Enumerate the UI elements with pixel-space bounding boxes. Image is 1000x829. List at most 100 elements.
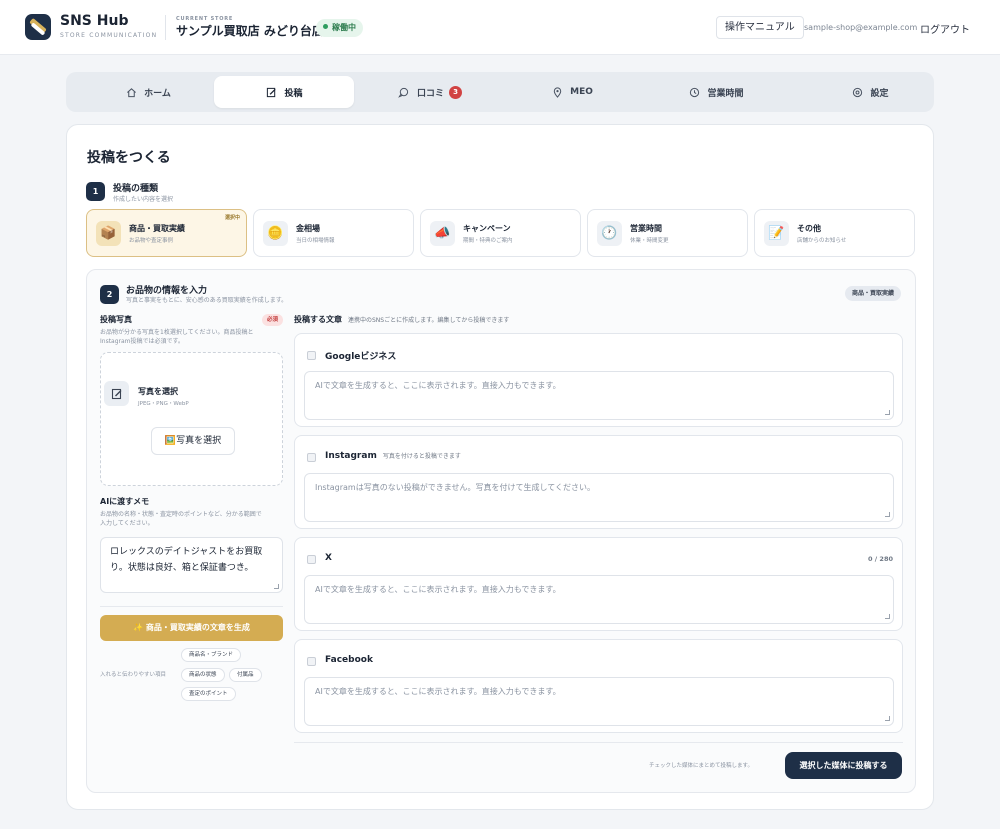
tab-label: 投稿 <box>284 88 303 99</box>
package-icon: 📦 <box>96 221 121 246</box>
brand-name: SNS Hub <box>60 13 129 29</box>
media-x: X 0 / 280 AIで文章を生成すると、ここに表示されます。直接入力もできま… <box>294 537 903 631</box>
photo-hint: お品物が分かる写真を1枚選択してください。商品投稿と Instagram投稿では必… <box>100 329 254 345</box>
tab-label: 口コミ <box>416 88 444 99</box>
media-name: X <box>325 553 332 563</box>
store-name: サンプル買取店 みどり台店 <box>176 24 324 38</box>
media-textarea[interactable]: AIで文章を生成すると、ここに表示されます。直接入力もできます。 <box>304 371 894 420</box>
submit-note: チェックした媒体にまとめて投稿します。 <box>649 763 753 769</box>
submit-post-button[interactable]: 選択した媒体に投稿する <box>785 752 902 779</box>
clock-icon <box>688 86 700 98</box>
divider <box>294 742 903 743</box>
tab-meo[interactable]: MEO <box>502 76 642 108</box>
divider <box>100 606 283 607</box>
resize-handle[interactable] <box>885 512 890 517</box>
user-email: sample-shop@example.com <box>804 23 918 32</box>
photo-label: 投稿写真 <box>100 315 132 324</box>
chat-icon <box>398 86 410 98</box>
resize-handle[interactable] <box>274 584 279 589</box>
required-tag: 必須 <box>262 314 284 326</box>
mode-badge: 商品・買取実績 <box>844 286 901 301</box>
chips-label: 入れると伝わりやすい項目 <box>100 672 167 678</box>
type-title: キャンペーン <box>463 224 511 233</box>
post-text-label: 投稿する文章 連携中のSNSごとに作成します。編集してから投稿できます <box>294 315 510 324</box>
generate-text-button[interactable]: ✨ 商品・買取実績の文章を生成 <box>100 615 283 641</box>
home-icon <box>125 86 137 98</box>
map-pin-icon <box>551 86 563 98</box>
resize-handle[interactable] <box>885 410 890 415</box>
media-checkbox[interactable] <box>307 555 316 564</box>
type-subtitle: 期間・特典のご案内 <box>463 238 513 244</box>
edit-icon <box>265 86 277 98</box>
hint-chip[interactable]: 付属品 <box>229 668 262 682</box>
media-textarea[interactable]: AIで文章を生成すると、ここに表示されます。直接入力もできます。 <box>304 677 894 726</box>
step2-number: 2 <box>100 285 119 304</box>
tab-post[interactable]: 投稿 <box>214 76 354 108</box>
hint-chip[interactable]: 商品の状態 <box>181 668 225 682</box>
gear-icon <box>851 86 863 98</box>
photo-dropzone[interactable]: 写真を選択 JPEG・PNG・WebP 🖼️写真を選択 <box>100 352 283 486</box>
hint-chip[interactable]: 査定のポイント <box>181 687 236 701</box>
tab-label: 設定 <box>870 88 889 99</box>
media-note: 写真を付けると投稿できます <box>382 453 461 460</box>
type-title: 金相場 <box>296 224 320 233</box>
post-text-hint: 連携中のSNSごとに作成します。編集してから投稿できます <box>348 317 510 324</box>
app-header: SNS Hub STORE COMMUNICATION CURRENT STOR… <box>0 0 1000 55</box>
tab-label: 営業時間 <box>707 88 744 99</box>
type-card-campaign[interactable]: 📣 キャンペーン 期間・特典のご案内 <box>420 209 581 257</box>
main-nav: ホーム 投稿 口コミ 3 MEO 営業時間 設定 <box>66 72 934 112</box>
page-title: 投稿をつくる <box>87 150 171 166</box>
media-checkbox[interactable] <box>307 351 316 360</box>
status-dot-icon <box>323 24 328 29</box>
tab-hours[interactable]: 営業時間 <box>646 76 786 108</box>
memo-hint: お品物の名称・状態・査定時のポイントなど、分かる範囲で 入力してください。 <box>100 511 262 527</box>
image-icon <box>104 381 129 406</box>
type-card-gold-price[interactable]: 🪙 金相場 当日の相場情報 <box>253 209 414 257</box>
type-title: 営業時間 <box>630 224 662 233</box>
resize-handle[interactable] <box>885 716 890 721</box>
logo-icon <box>25 14 51 40</box>
media-checkbox[interactable] <box>307 453 316 462</box>
media-textarea[interactable]: Instagramは写真のない投稿ができません。写真を付けて生成してください。 <box>304 473 894 522</box>
step2-subtitle: 写真と事実をもとに、安心感のある買取実績を作成します。 <box>126 297 288 304</box>
type-subtitle: お品物や査定事例 <box>129 238 174 244</box>
type-card-other[interactable]: 📝 その他 店舗からのお知らせ <box>754 209 915 257</box>
media-textarea[interactable]: AIで文章を生成すると、ここに表示されます。直接入力もできます。 <box>304 575 894 624</box>
status-text: 稼働中 <box>332 23 356 32</box>
media-name: Facebook <box>325 655 373 665</box>
type-title: 商品・買取実績 <box>129 224 185 233</box>
tab-reviews[interactable]: 口コミ 3 <box>360 76 500 108</box>
hint-chip[interactable]: 商品名・ブランド <box>181 648 242 662</box>
step1-number: 1 <box>86 182 105 201</box>
tab-settings[interactable]: 設定 <box>800 76 940 108</box>
logout-button[interactable]: ログアウト <box>920 21 970 36</box>
media-checkbox[interactable] <box>307 657 316 666</box>
manual-button[interactable]: 操作マニュアル <box>716 16 804 39</box>
status-badge: 稼働中 <box>316 19 363 37</box>
clock-icon: 🕐 <box>597 221 622 246</box>
step1-title: 投稿の種類 <box>113 184 159 194</box>
resize-handle[interactable] <box>885 614 890 619</box>
brand-subtitle: STORE COMMUNICATION <box>60 32 158 39</box>
photo-drop-title: 写真を選択 <box>138 387 178 396</box>
type-card-product[interactable]: 📦 商品・買取実績 お品物や査定事例 選択中 <box>86 209 247 257</box>
tab-label: ホーム <box>144 88 171 99</box>
select-photo-button[interactable]: 🖼️写真を選択 <box>151 427 235 455</box>
type-subtitle: 休業・時間変更 <box>630 238 669 244</box>
memo-label: AIに渡すメモ <box>100 497 150 506</box>
char-count: 0 / 280 <box>868 555 893 563</box>
type-card-hours[interactable]: 🕐 営業時間 休業・時間変更 <box>587 209 748 257</box>
type-subtitle: 店舗からのお知らせ <box>797 238 847 244</box>
megaphone-icon: 📣 <box>430 221 455 246</box>
tab-home[interactable]: ホーム <box>78 76 218 108</box>
memo-textarea[interactable]: ロレックスのデイトジャストをお買取 り。状態は良好、箱と保証書つき。 <box>100 537 283 593</box>
photo-formats: JPEG・PNG・WebP <box>138 401 189 407</box>
media-google: Googleビジネス AIで文章を生成すると、ここに表示されます。直接入力もでき… <box>294 333 903 427</box>
media-name: Instagram 写真を付けると投稿できます <box>325 451 461 461</box>
memo-icon: 📝 <box>764 221 789 246</box>
selected-tag: 選択中 <box>224 215 240 221</box>
post-editor-card: 投稿をつくる 1 投稿の種類 作成したい内容を選択 📦 商品・買取実績 お品物や… <box>66 124 934 810</box>
header-divider <box>165 15 166 40</box>
step1-subtitle: 作成したい内容を選択 <box>113 196 174 203</box>
type-title: その他 <box>797 224 821 233</box>
